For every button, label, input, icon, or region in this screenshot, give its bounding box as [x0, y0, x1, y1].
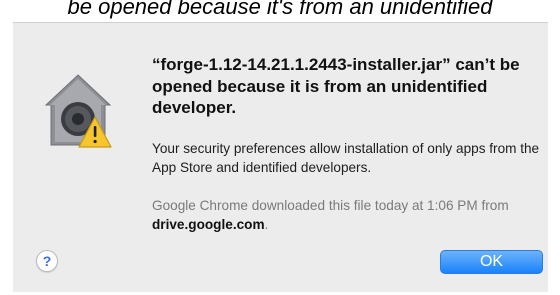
partial-caption-text: be opened because it's from an unidentif… — [67, 0, 493, 19]
dialog-headline: “forge-1.12-14.21.1.2443-installer.jar” … — [152, 55, 520, 117]
download-source-note: Google Chrome downloaded this file today… — [152, 197, 547, 234]
gatekeeper-warning-icon — [44, 74, 112, 148]
help-button[interactable]: ? — [36, 250, 58, 272]
security-alert-dialog: “forge-1.12-14.21.1.2443-installer.jar” … — [13, 22, 548, 292]
ok-button[interactable]: OK — [440, 250, 543, 274]
source-note-period: . — [264, 216, 269, 232]
dialog-message: Your security preferences allow installa… — [152, 141, 540, 175]
source-note-text: Google Chrome downloaded this file today… — [152, 198, 509, 213]
source-domain: drive.google.com — [152, 216, 265, 232]
